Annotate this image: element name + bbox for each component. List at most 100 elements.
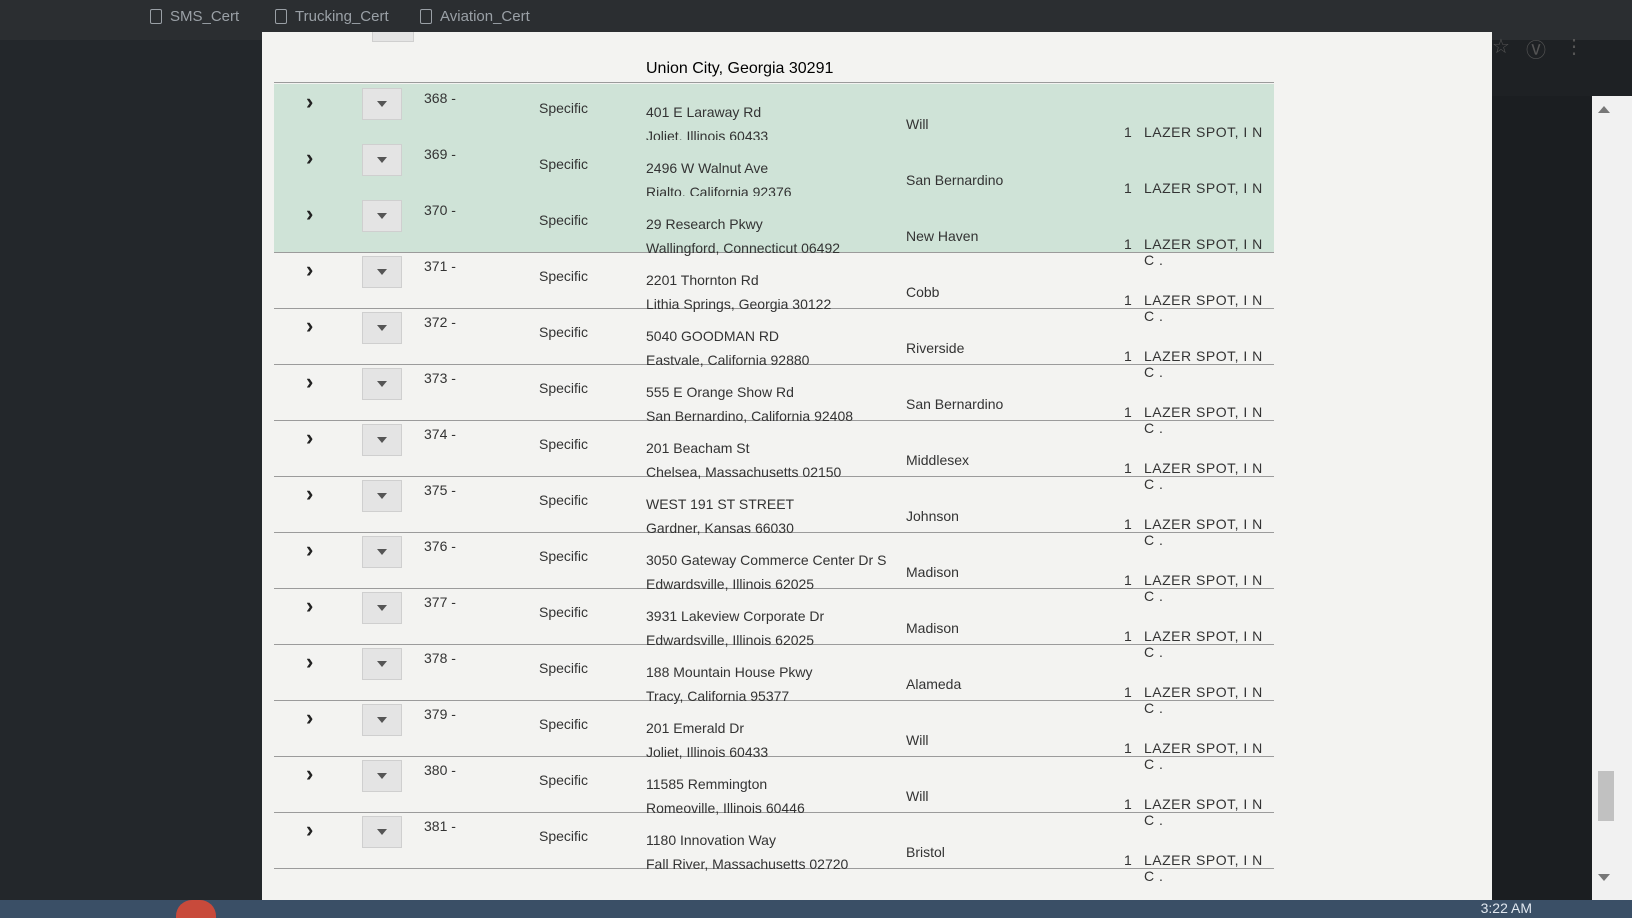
row-dropdown-button[interactable] [362,88,402,120]
table-row: › 373 - Specific 555 E Orange Show Rd Sa… [274,364,1274,436]
row-dropdown-button[interactable] [362,144,402,176]
scroll-up-arrow[interactable] [1598,106,1610,113]
row-number: 379 - [424,706,456,722]
row-number: 375 - [424,482,456,498]
address-line1: 188 Mountain House Pkwy [646,664,813,680]
row-dropdown-button[interactable] [362,760,402,792]
bookmark-sms-cert[interactable]: SMS_Cert [150,8,239,25]
kebab-menu-icon[interactable]: ⋮ [1564,34,1584,59]
table-row: › 374 - Specific 201 Beacham St Chelsea,… [274,420,1274,492]
row-dropdown-button[interactable] [362,480,402,512]
expand-chevron-icon[interactable]: › [306,651,326,673]
address-line1: 3931 Lakeview Corporate Dr [646,608,825,624]
row-number: 369 - [424,146,456,162]
bookmark-label: SMS_Cert [170,8,240,25]
row-dropdown-button[interactable] [362,312,402,344]
county: Riverside [906,340,965,356]
row-dropdown-button[interactable] [362,256,402,288]
row-type: Specific [539,100,589,116]
expand-chevron-icon[interactable]: › [306,91,326,113]
row-dropdown-button[interactable] [362,424,402,456]
expand-chevron-icon[interactable]: › [306,371,326,393]
dropdown-button-partial[interactable] [372,32,414,42]
quantity: 1 [1124,460,1132,476]
expand-chevron-icon[interactable]: › [306,427,326,449]
caret-down-icon [377,381,387,387]
address-line1: 5040 GOODMAN RD [646,328,780,344]
expand-chevron-icon[interactable]: › [306,483,326,505]
address-line1: 29 Research Pkwy [646,216,763,232]
table-row: › 376 - Specific 3050 Gateway Commerce C… [274,532,1274,604]
expand-chevron-icon[interactable]: › [306,819,326,841]
row-type: Specific [539,548,589,564]
table-row: › 375 - Specific WEST 191 ST STREET Gard… [274,476,1274,548]
table-row: › 380 - Specific 11585 Remmington Romeov… [274,756,1274,828]
scroll-thumb[interactable] [1598,771,1614,821]
quantity: 1 [1124,684,1132,700]
address-line2: Fall River, Massachusetts 02720 [646,856,849,872]
expand-chevron-icon[interactable]: › [306,315,326,337]
quantity: 1 [1124,124,1132,140]
company-name: LAZER SPOT, I N C . [1144,852,1263,884]
address-line1: WEST 191 ST STREET [646,496,795,512]
quantity: 1 [1124,796,1132,812]
county: Will [906,788,929,804]
row-number: 377 - [424,594,456,610]
caret-down-icon [377,829,387,835]
row-dropdown-button[interactable] [362,200,402,232]
quantity: 1 [1124,572,1132,588]
table-row: › 370 - Specific 29 Research Pkwy Wallin… [274,196,1274,268]
scroll-down-arrow[interactable] [1598,874,1610,881]
address-line2: Union City, Georgia 30291 [646,60,834,77]
quantity: 1 [1124,236,1132,252]
caret-down-icon [377,325,387,331]
caret-down-icon [377,101,387,107]
chrome-taskbar-icon[interactable] [176,900,216,918]
v-extension-icon[interactable]: Ⓥ [1526,34,1546,63]
star-icon[interactable]: ☆ [1492,34,1510,59]
table-row: › 379 - Specific 201 Emerald Dr Joliet, … [274,700,1274,772]
row-dropdown-button[interactable] [362,536,402,568]
row-type: Specific [539,604,589,620]
expand-chevron-icon[interactable]: › [306,203,326,225]
quantity: 1 [1124,180,1132,196]
page-content: Union City, Georgia 30291 › 368 - Specif… [262,32,1492,900]
expand-chevron-icon[interactable]: › [306,707,326,729]
row-dropdown-button[interactable] [362,816,402,848]
address-line1: 3050 Gateway Commerce Center Dr S [646,552,887,568]
address-line1: 201 Beacham St [646,440,750,456]
row-type: Specific [539,828,589,844]
row-dropdown-button[interactable] [362,704,402,736]
expand-chevron-icon[interactable]: › [306,259,326,281]
row-type: Specific [539,716,589,732]
vertical-scrollbar[interactable] [1592,96,1632,900]
row-number: 371 - [424,258,456,274]
expand-chevron-icon[interactable]: › [306,539,326,561]
row-type: Specific [539,492,589,508]
row-type: Specific [539,268,589,284]
bookmark-aviation-cert[interactable]: Aviation_Cert [420,8,530,25]
county: Madison [906,564,959,580]
quantity: 1 [1124,516,1132,532]
quantity: 1 [1124,348,1132,364]
caret-down-icon [377,661,387,667]
row-dropdown-button[interactable] [362,648,402,680]
row-dropdown-button[interactable] [362,592,402,624]
county: Johnson [906,508,959,524]
expand-chevron-icon[interactable]: › [306,595,326,617]
row-number: 374 - [424,426,456,442]
row-type: Specific [539,212,589,228]
row-number: 381 - [424,818,456,834]
caret-down-icon [377,213,387,219]
bookmark-label: Trucking_Cert [295,8,389,25]
row-number: 368 - [424,90,456,106]
bookmark-trucking-cert[interactable]: Trucking_Cert [275,8,389,25]
caret-down-icon [377,269,387,275]
expand-chevron-icon[interactable]: › [306,763,326,785]
address-line1: 555 E Orange Show Rd [646,384,794,400]
row-number: 370 - [424,202,456,218]
expand-chevron-icon[interactable]: › [306,147,326,169]
row-dropdown-button[interactable] [362,368,402,400]
county: Cobb [906,284,940,300]
county: New Haven [906,228,979,244]
